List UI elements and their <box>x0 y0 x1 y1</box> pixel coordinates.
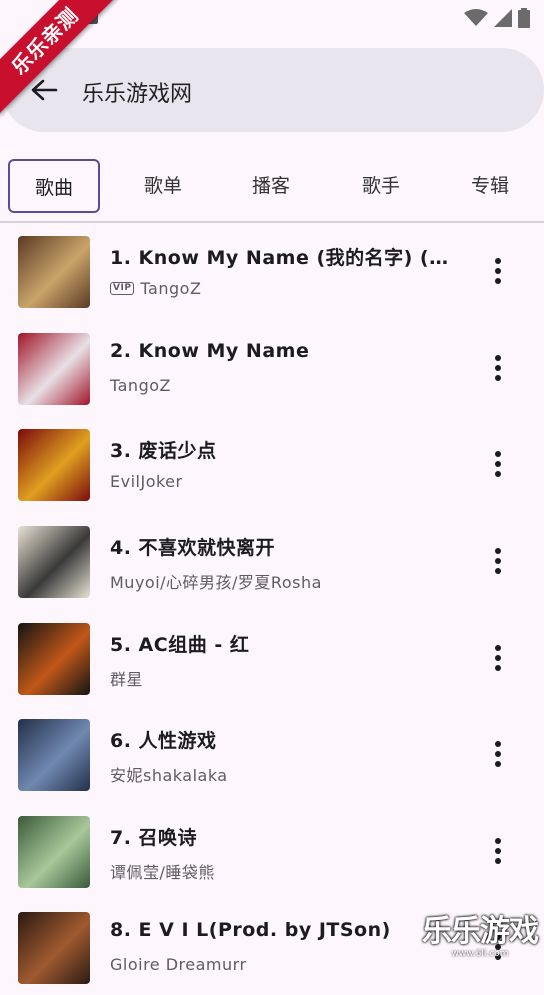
song-row[interactable]: 5. AC组曲 - 红 群星 <box>0 610 544 706</box>
song-row[interactable]: 3. 废话少点 EvilJoker <box>0 416 544 512</box>
battery-icon <box>518 8 530 28</box>
search-query[interactable]: 乐乐游戏网 <box>82 76 192 108</box>
tab-songs[interactable]: 歌曲 <box>8 159 100 213</box>
album-cover <box>18 719 90 791</box>
vip-badge: VIP <box>110 282 135 295</box>
song-title: 6. 人性游戏 <box>110 730 217 752</box>
song-row[interactable]: 7. 召唤诗 谭佩莹/睡袋熊 <box>0 803 544 899</box>
song-title: 5. AC组曲 - 红 <box>110 634 250 656</box>
song-artist-line: EvilJoker <box>110 472 183 491</box>
signal-icon <box>494 9 512 27</box>
song-artist-line: 谭佩莹/睡袋熊 <box>110 859 215 883</box>
album-cover <box>18 623 90 695</box>
tab-podcasts[interactable]: 播客 <box>226 159 316 213</box>
more-options-icon[interactable] <box>486 644 510 672</box>
song-title: 4. 不喜欢就快离开 <box>110 537 276 559</box>
more-options-icon[interactable] <box>486 354 510 382</box>
more-options-icon[interactable] <box>486 740 510 768</box>
wifi-icon <box>464 9 488 26</box>
status-icons <box>464 8 530 28</box>
song-artist: EvilJoker <box>110 472 183 491</box>
album-cover <box>18 333 90 405</box>
song-artist: 群星 <box>110 670 144 689</box>
song-artist: TangoZ <box>110 376 171 395</box>
song-artist-line: Gloire Dreamurr <box>110 955 247 974</box>
site-watermark: 乐乐游戏 www.6ll.com <box>422 914 539 963</box>
more-options-icon[interactable] <box>486 547 510 575</box>
song-artist: Gloire Dreamurr <box>110 955 247 974</box>
song-artist-line: 安妮shakalaka <box>110 762 228 786</box>
album-cover <box>18 236 90 308</box>
song-artist: TangoZ <box>140 279 202 298</box>
song-row[interactable]: 1. Know My Name (我的名字) (L… VIP TangoZ <box>0 223 544 319</box>
song-artist-line: 群星 <box>110 666 143 690</box>
tab-artists[interactable]: 歌手 <box>336 159 426 213</box>
song-title: 1. Know My Name (我的名字) (L… <box>110 247 460 269</box>
song-row[interactable]: 6. 人性游戏 安妮shakalaka <box>0 706 544 802</box>
back-arrow-icon[interactable] <box>30 78 58 102</box>
song-artist-line: Muyoi/心碎男孩/罗夏Rosha <box>110 569 322 593</box>
album-cover <box>18 526 90 598</box>
song-artist-line: VIP TangoZ <box>110 279 201 298</box>
watermark-url: www.6ll.com <box>451 949 509 959</box>
tab-bar: 歌曲 歌单 播客 歌手 专辑 <box>0 155 544 221</box>
more-options-icon[interactable] <box>486 837 510 865</box>
more-options-icon[interactable] <box>486 450 510 478</box>
album-cover <box>18 816 90 888</box>
song-row[interactable]: 4. 不喜欢就快离开 Muyoi/心碎男孩/罗夏Rosha <box>0 513 544 609</box>
song-title: 7. 召唤诗 <box>110 827 198 849</box>
song-artist: 安妮shakalaka <box>110 766 228 785</box>
song-artist-line: TangoZ <box>110 376 171 395</box>
song-title: 8. E V I L(Prod. by JTSon) <box>110 919 391 941</box>
song-artist: 谭佩莹/睡袋熊 <box>110 863 215 882</box>
album-cover <box>18 912 90 984</box>
album-cover <box>18 429 90 501</box>
tab-albums[interactable]: 专辑 <box>444 159 536 213</box>
more-options-icon[interactable] <box>486 257 510 285</box>
tab-playlists[interactable]: 歌单 <box>118 159 208 213</box>
song-row[interactable]: 2. Know My Name TangoZ <box>0 320 544 416</box>
song-title: 2. Know My Name <box>110 340 310 362</box>
search-bar[interactable]: 乐乐游戏网 <box>2 48 544 132</box>
watermark-text: 乐乐游戏 <box>422 914 539 949</box>
song-title: 3. 废话少点 <box>110 440 217 462</box>
song-artist: Muyoi/心碎男孩/罗夏Rosha <box>110 573 322 592</box>
